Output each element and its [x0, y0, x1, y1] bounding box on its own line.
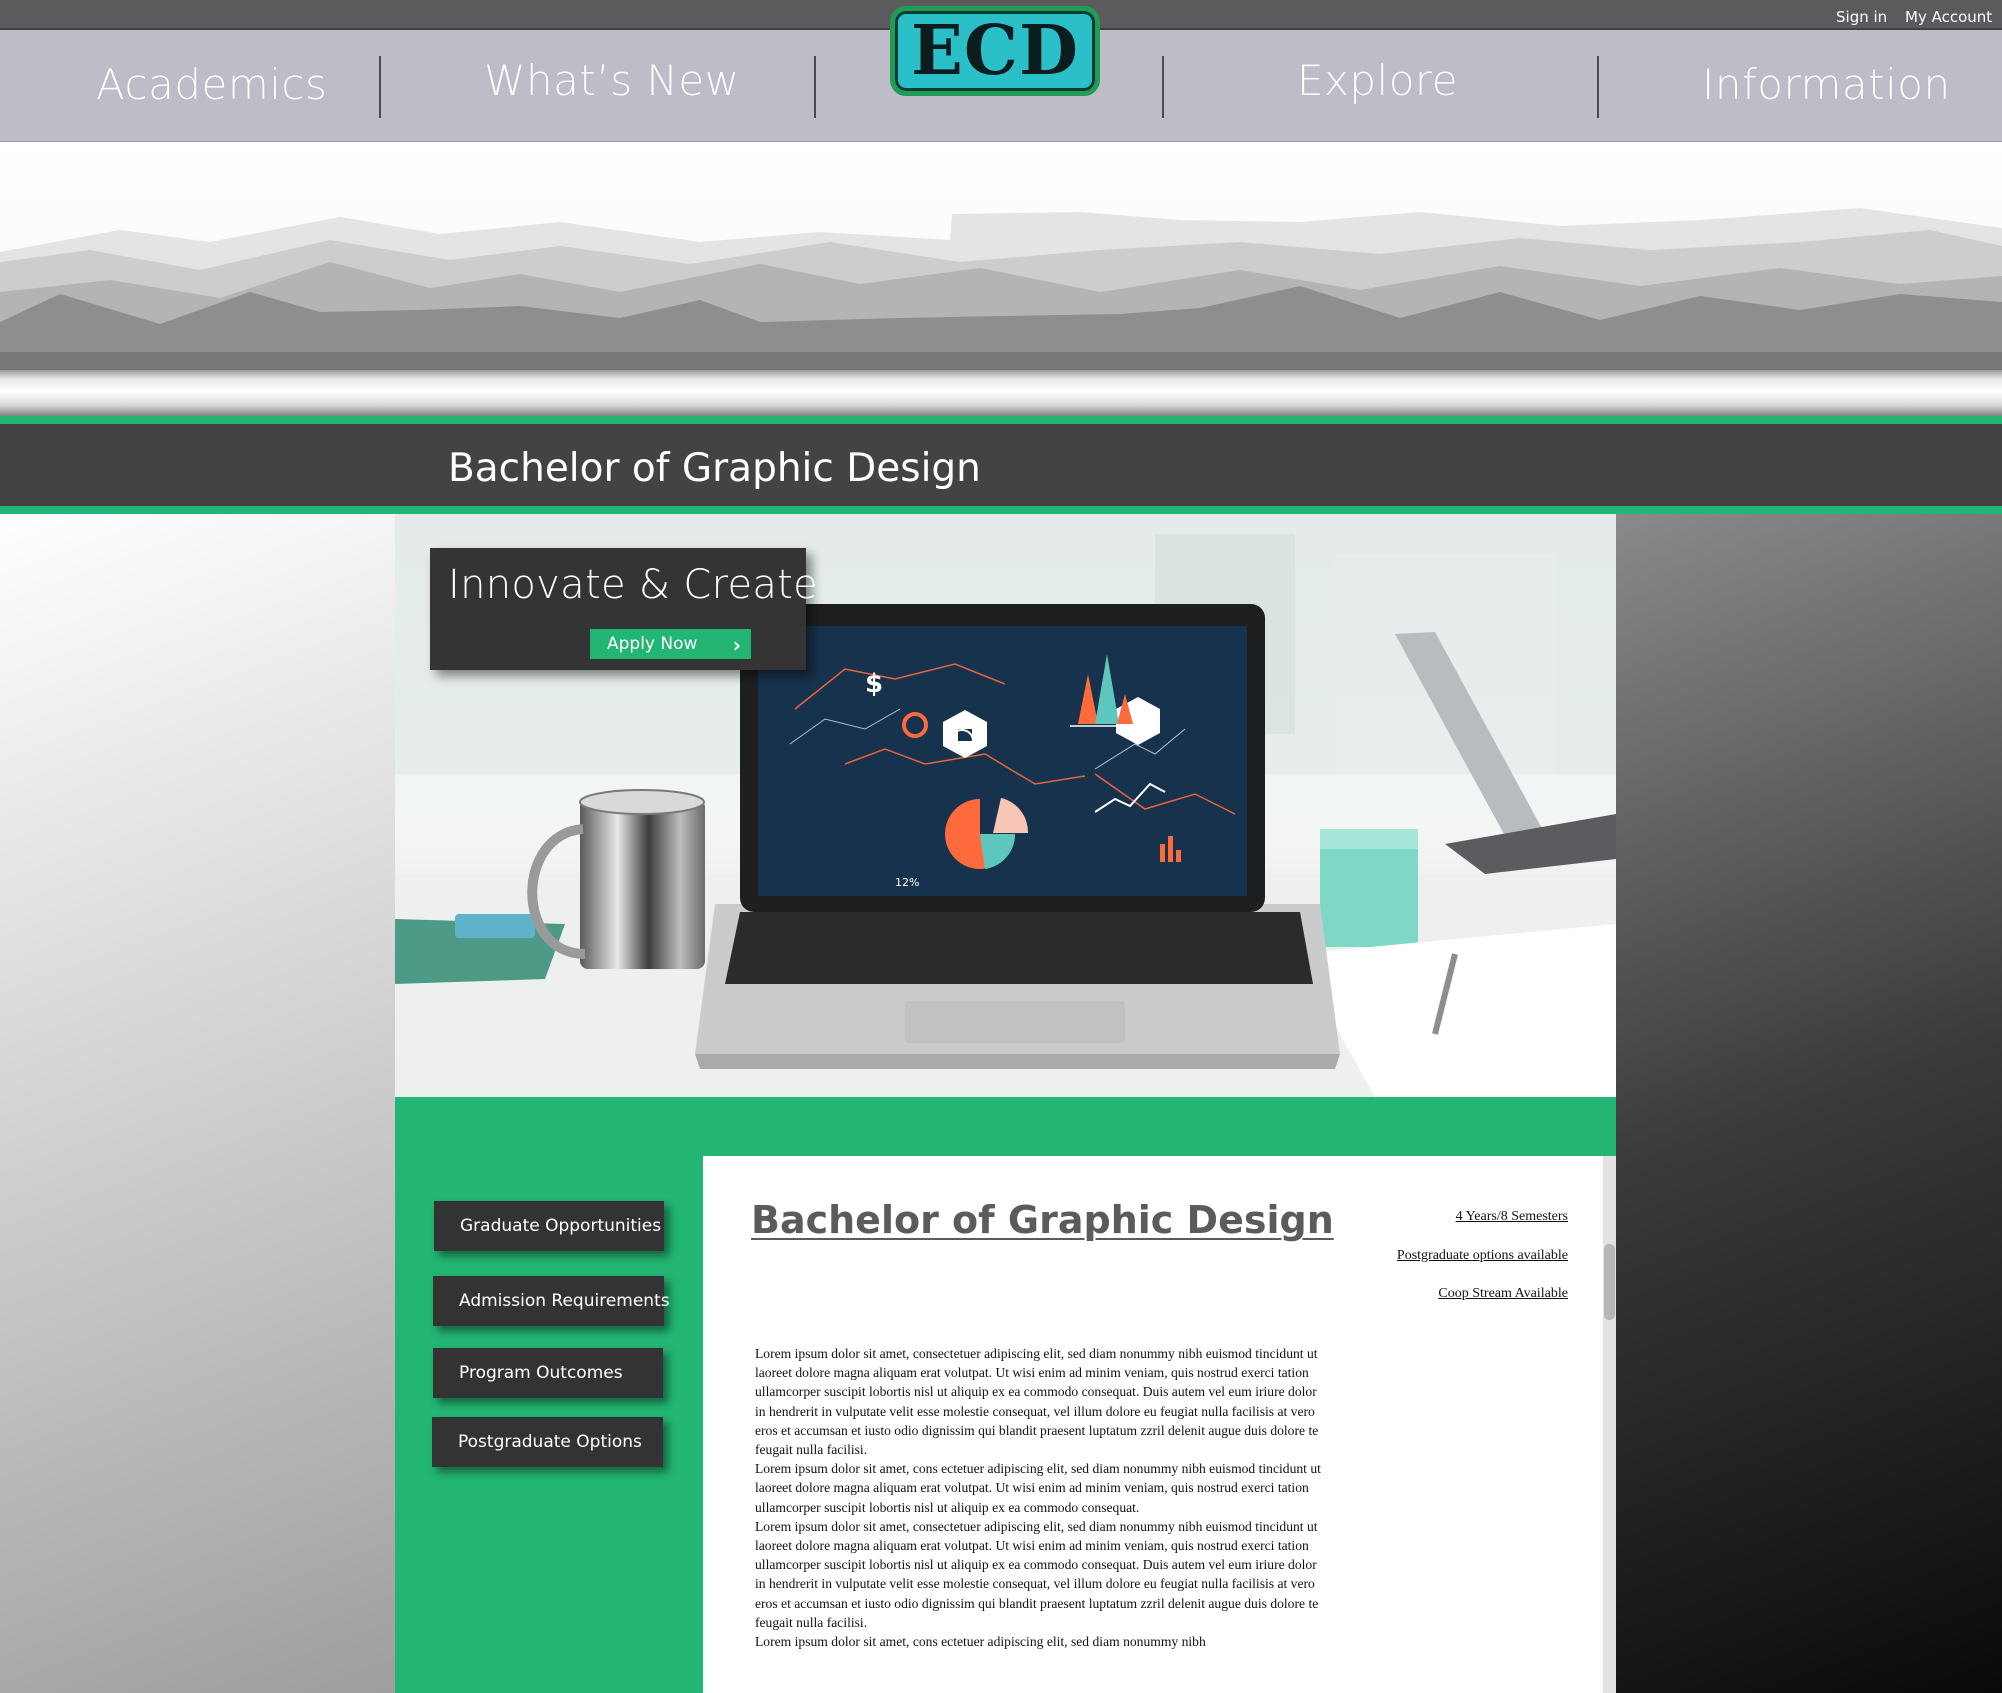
screen-label: 12%: [895, 876, 919, 889]
nav-divider: [379, 56, 381, 118]
ecd-logo[interactable]: ECD: [890, 6, 1100, 96]
title-band: Bachelor of Graphic Design: [0, 424, 2002, 506]
left-gradient-panel: [0, 514, 395, 1693]
content-panel: Bachelor of Graphic Design 4 Years/8 Sem…: [703, 1156, 1616, 1693]
graduate-opportunities-button[interactable]: Graduate Opportunities: [434, 1201, 664, 1251]
chevron-right-icon: ›: [732, 633, 741, 657]
mountain-illustration: [0, 208, 2002, 370]
my-account-link[interactable]: My Account: [1905, 8, 1992, 26]
right-gradient-panel: [1616, 514, 2002, 1693]
page-title: Bachelor of Graphic Design: [448, 446, 981, 491]
meta-coop[interactable]: Coop Stream Available: [1438, 1286, 1568, 1302]
logo-text: ECD: [911, 11, 1079, 91]
nav-academics[interactable]: Academics: [96, 60, 327, 109]
content-title: Bachelor of Graphic Design: [751, 1198, 1334, 1242]
paragraph: Lorem ipsum dolor sit amet, consectetuer…: [755, 1346, 1319, 1458]
postgraduate-options-button[interactable]: Postgraduate Options: [432, 1417, 663, 1467]
nav-divider: [1162, 56, 1164, 118]
scrollbar-thumb[interactable]: [1604, 1244, 1615, 1320]
metallic-band: [0, 370, 2002, 417]
admission-requirements-button[interactable]: Admission Requirements: [433, 1276, 670, 1326]
nav-whats-new[interactable]: What’s New: [484, 56, 740, 105]
mountain-banner: [0, 142, 2002, 370]
promo-headline: Innovate & Create: [448, 562, 819, 608]
accent-line: [0, 416, 2002, 424]
meta-duration[interactable]: 4 Years/8 Semesters: [1456, 1209, 1568, 1225]
nav-divider: [814, 56, 816, 118]
accent-line: [0, 506, 2002, 514]
promo-box: Innovate & Create Apply Now ›: [430, 548, 818, 670]
apply-now-label: Apply Now: [607, 634, 698, 654]
scrollbar[interactable]: [1603, 1156, 1616, 1693]
nav-explore[interactable]: Explore: [1297, 56, 1458, 105]
paragraph: Lorem ipsum dolor sit amet, cons ectetue…: [755, 1634, 1206, 1650]
svg-text:$: $: [865, 669, 883, 699]
nav-divider: [1597, 56, 1599, 118]
paragraph: Lorem ipsum dolor sit amet, cons ectetue…: [755, 1461, 1321, 1515]
paragraph: Lorem ipsum dolor sit amet, consectetuer…: [755, 1518, 1319, 1630]
sign-in-link[interactable]: Sign in: [1836, 8, 1887, 26]
meta-postgraduate[interactable]: Postgraduate options available: [1397, 1248, 1568, 1264]
nav-information[interactable]: Information: [1702, 60, 1951, 109]
apply-now-button[interactable]: Apply Now ›: [590, 629, 751, 659]
program-outcomes-button[interactable]: Program Outcomes: [433, 1348, 663, 1398]
body-text: Lorem ipsum dolor sit amet, consectetuer…: [755, 1344, 1325, 1651]
